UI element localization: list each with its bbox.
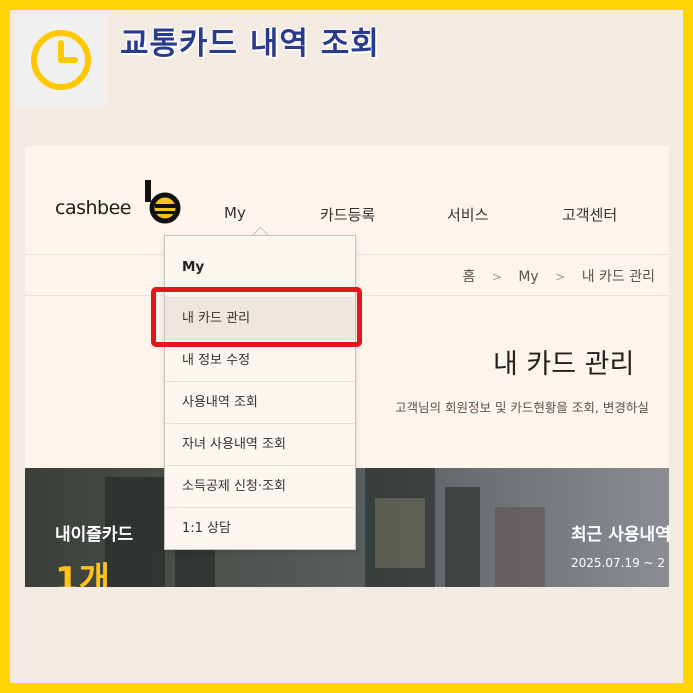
breadcrumb-home[interactable]: 홈: [462, 269, 475, 285]
cashbee-b-logo-icon: [145, 180, 181, 224]
menu-item-usage-history[interactable]: 사용내역 조회: [165, 381, 355, 423]
chevron-right-icon: >: [555, 270, 566, 284]
headline-title: 교통카드 내역 조회: [120, 26, 380, 62]
menu-item-tax-deduction[interactable]: 소득공제 신청·조회: [165, 465, 355, 507]
my-card-count: 1개: [55, 560, 110, 587]
nav-service[interactable]: 서비스: [447, 204, 488, 225]
banner-building: [445, 487, 480, 587]
my-dropdown-menu: My 내 카드 관리 내 정보 수정 사용내역 조회 자녀 사용내역 조회 소득…: [164, 235, 356, 550]
clock-icon-box: [15, 14, 108, 106]
logo-text: cashbee: [55, 197, 131, 219]
my-card-label: 내이즐카드: [55, 525, 134, 545]
recent-usage-label: 최근 사용내역: [571, 525, 669, 545]
page-description: 고객님의 회원정보 및 카드현황을 조회, 변경하실: [395, 400, 649, 415]
red-highlight-box: [151, 287, 362, 347]
nav-my[interactable]: My: [224, 204, 246, 222]
recent-usage-date: 2025.07.19 ~ 2: [571, 556, 666, 570]
nav-card-register[interactable]: 카드등록: [320, 204, 375, 225]
menu-item-child-usage[interactable]: 자녀 사용내역 조회: [165, 423, 355, 465]
dropdown-header: My: [182, 259, 205, 275]
breadcrumb-current[interactable]: 내 카드 관리: [582, 269, 655, 285]
breadcrumb-my[interactable]: My: [518, 269, 538, 285]
banner-building: [495, 507, 545, 587]
chevron-right-icon: >: [491, 270, 502, 284]
menu-item-consultation[interactable]: 1:1 상담: [165, 507, 355, 549]
page-title: 내 카드 관리: [493, 349, 635, 380]
banner-windows: [375, 498, 425, 568]
clock-icon: [31, 30, 91, 90]
nav-customer-center[interactable]: 고객센터: [562, 204, 617, 225]
cashbee-logo[interactable]: cashbee: [55, 180, 195, 224]
